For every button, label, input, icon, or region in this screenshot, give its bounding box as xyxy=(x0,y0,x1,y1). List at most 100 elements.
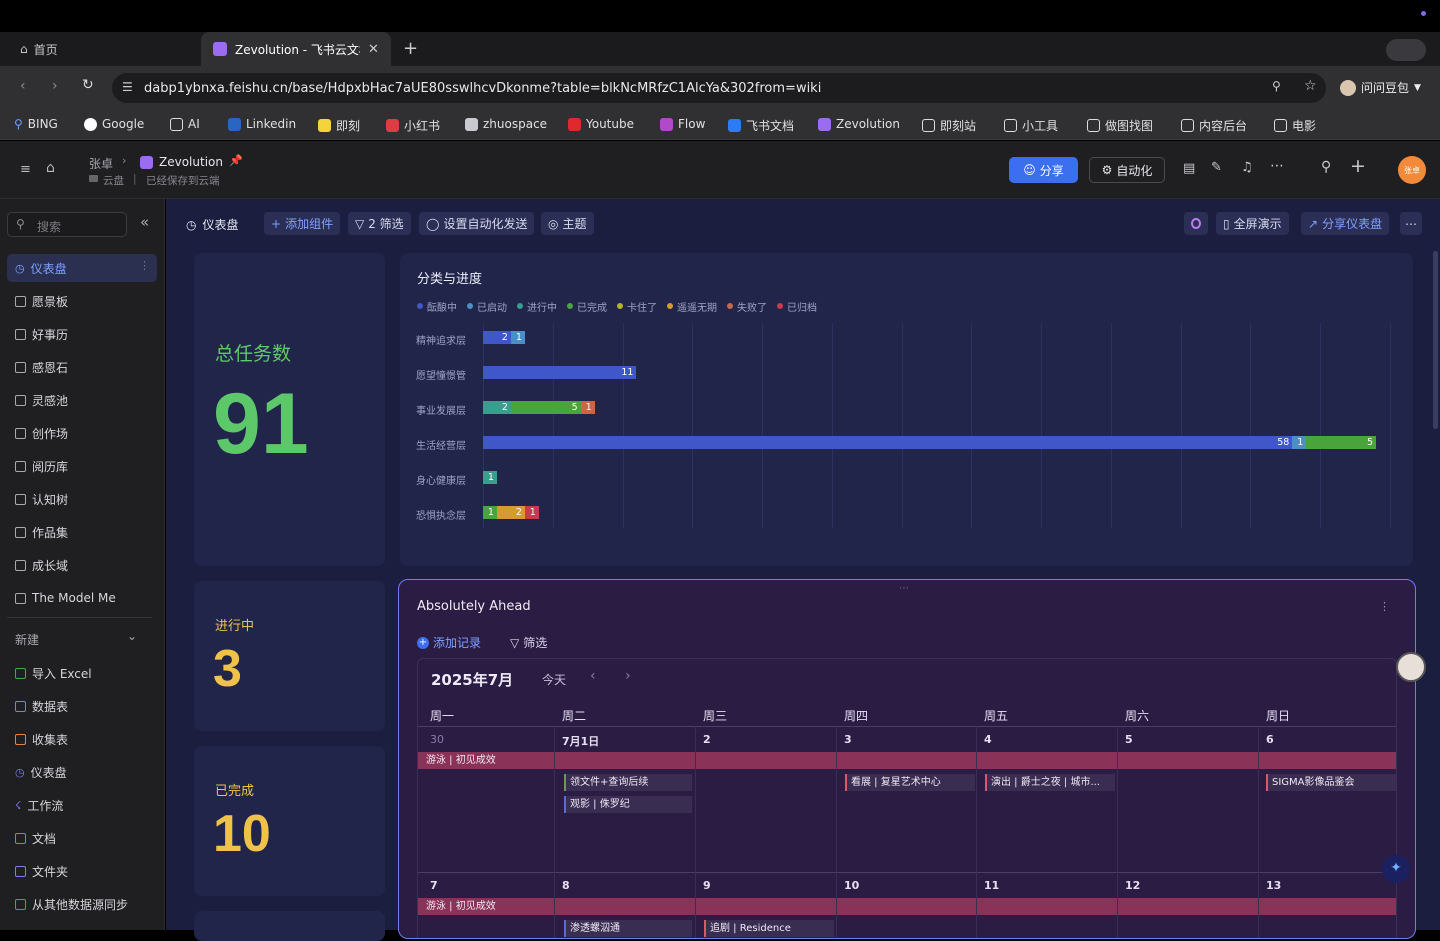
new-form[interactable]: 收集表 xyxy=(7,725,157,753)
forward-icon[interactable]: › xyxy=(52,78,58,94)
more-button[interactable]: ⋯ xyxy=(1400,212,1422,235)
sidebar-item-dashboard[interactable]: ◷ 仪表盘 ⋮ xyxy=(7,254,157,282)
share-button[interactable]: ☺ 分享 xyxy=(1009,157,1078,183)
new-tab-button[interactable]: + xyxy=(403,38,418,59)
kpi-card-done[interactable]: 已完成 10 xyxy=(194,746,385,896)
kpi-card-partial[interactable] xyxy=(194,911,385,941)
sidebar-item-portfolio[interactable]: 作品集 xyxy=(7,518,157,546)
bookmark-star-icon[interactable]: ☆ xyxy=(1304,78,1317,94)
new-workflow[interactable]: ☇ 工作流 xyxy=(7,791,157,819)
bookmark-zhuospace[interactable]: zhuospace xyxy=(465,117,547,131)
collapse-sidebar-icon[interactable]: « xyxy=(140,213,149,231)
calendar-event-span[interactable]: 游泳 | 初见成效 xyxy=(418,752,1396,769)
search-icon[interactable]: ⚲ xyxy=(1321,159,1331,175)
calendar-day-number[interactable]: 5 xyxy=(1125,733,1133,746)
back-icon[interactable]: ‹ xyxy=(20,78,26,94)
new-section-header[interactable]: 新建 ⌄ xyxy=(7,625,157,653)
automation-button[interactable]: ⚙ 自动化 xyxy=(1089,157,1165,183)
create-icon[interactable]: + xyxy=(1350,155,1366,177)
kpi-card-total[interactable]: 总任务数 91 xyxy=(194,253,385,566)
bar-segment[interactable]: 2 xyxy=(483,401,511,414)
bookmark-jike[interactable]: 即刻 xyxy=(318,117,360,134)
tab-zevolution[interactable]: Zevolution - 飞书云文档 ✕ xyxy=(201,32,391,66)
bar-segment[interactable]: 2 xyxy=(496,506,525,519)
calendar-day-number[interactable]: 30 xyxy=(430,733,444,746)
scrollbar[interactable] xyxy=(1433,251,1438,429)
sidebar-item-growth[interactable]: 成长域 xyxy=(7,551,157,579)
search-input[interactable]: ⚲ 搜索 xyxy=(7,212,127,237)
calendar-widget[interactable]: ⋯ Absolutely Ahead ⋮ + 添加记录 ▽ 筛选 2025年7月 … xyxy=(398,579,1416,939)
new-data-table[interactable]: 数据表 xyxy=(7,692,157,720)
bookmark-images[interactable]: 做图找图 xyxy=(1087,117,1153,134)
bar-segment[interactable]: 1 xyxy=(1292,436,1307,449)
fullscreen-button[interactable]: ▯ 全屏演示 xyxy=(1216,212,1289,235)
profile-menu-button[interactable] xyxy=(1386,39,1426,61)
calendar-day-number[interactable]: 9 xyxy=(703,879,711,892)
sidebar-item-gratitude[interactable]: 感恩石 xyxy=(7,353,157,381)
site-settings-icon[interactable]: ☰ xyxy=(122,80,133,94)
new-dashboard[interactable]: ◷ 仪表盘 xyxy=(7,758,157,786)
pin-icon[interactable]: 📌 xyxy=(229,154,243,167)
bookmark-linkedin[interactable]: Linkedin xyxy=(228,117,296,131)
sidebar-item-good-things[interactable]: 好事历 xyxy=(7,320,157,348)
bookmark-flow[interactable]: Flow xyxy=(660,117,705,131)
sidebar-item-cognition[interactable]: 认知树 xyxy=(7,485,157,513)
calendar-event[interactable]: 演出 | 爵士之夜 | 城市... xyxy=(985,774,1115,791)
calendar-event[interactable]: 追剧 | Residence xyxy=(704,920,834,937)
sidebar-toggle-icon[interactable]: ≡ xyxy=(20,162,31,177)
calendar-event[interactable]: 看展 | 复星艺术中心 xyxy=(845,774,975,791)
bar-segment[interactable]: 1 xyxy=(483,471,497,484)
bar-segment[interactable]: 11 xyxy=(483,366,637,379)
tab-home[interactable]: ⌂ 首页 xyxy=(0,32,200,66)
calendar-event[interactable]: 渗透螺泅通 xyxy=(564,920,692,937)
calendar-day-number[interactable]: 8 xyxy=(562,879,570,892)
new-folder[interactable]: 文件夹 xyxy=(7,857,157,885)
bookmark-jikezhan[interactable]: 即刻站 xyxy=(922,117,976,134)
floating-avatar[interactable] xyxy=(1396,652,1426,682)
new-document[interactable]: 文档 xyxy=(7,824,157,852)
bookmark-tools[interactable]: 小工具 xyxy=(1004,117,1058,134)
calendar-day-number[interactable]: 7 xyxy=(430,879,438,892)
more-icon[interactable]: ⋯ xyxy=(1270,158,1284,174)
bar-segment[interactable]: 1 xyxy=(483,506,497,519)
url-input[interactable]: ☰ dabp1ybnxa.feishu.cn/base/HdpxbHac7aUE… xyxy=(112,73,1326,103)
sidebar-item-creation[interactable]: 创作场 xyxy=(7,419,157,447)
calendar-day-number[interactable]: 13 xyxy=(1266,879,1281,892)
bar-segment[interactable]: 5 xyxy=(1306,436,1377,449)
bookmark-google[interactable]: Google xyxy=(84,117,144,131)
bookmark-ai[interactable]: AI xyxy=(170,117,200,131)
doc-title[interactable]: Zevolution xyxy=(159,155,223,169)
sidebar-item-vision-board[interactable]: 愿景板 xyxy=(7,287,157,315)
sidebar-item-experience[interactable]: 阅历库 xyxy=(7,452,157,480)
theme-button[interactable]: ◎ 主题 xyxy=(541,212,594,235)
calendar-day-number[interactable]: 12 xyxy=(1125,879,1140,892)
bookmark-feishu-docs[interactable]: 飞书文档 xyxy=(728,117,794,134)
more-vertical-icon[interactable]: ⋮ xyxy=(139,259,150,272)
bar-segment[interactable]: 1 xyxy=(580,401,595,414)
kpi-card-in-progress[interactable]: 进行中 3 xyxy=(194,581,385,731)
bar-segment[interactable]: 1 xyxy=(510,331,525,344)
doubao-extension[interactable]: 问问豆包 ▼ xyxy=(1340,79,1421,96)
zoom-icon[interactable]: ⚲ xyxy=(1272,79,1281,93)
new-import-excel[interactable]: 导入 Excel xyxy=(7,659,157,687)
calendar-day-number[interactable]: 3 xyxy=(844,733,852,746)
plugin-icon[interactable]: ✎ xyxy=(1211,160,1222,175)
close-tab-icon[interactable]: ✕ xyxy=(368,42,379,57)
bookmark-content-backend[interactable]: 内容后台 xyxy=(1181,117,1247,134)
reload-icon[interactable]: ↻ xyxy=(82,77,94,93)
calendar-day-number[interactable]: 4 xyxy=(984,733,992,746)
calendar-day-number[interactable]: 2 xyxy=(703,733,711,746)
template-icon[interactable]: ▤ xyxy=(1183,161,1195,176)
bar-segment[interactable]: 2 xyxy=(483,331,511,344)
ai-assistant-button[interactable] xyxy=(1184,212,1208,235)
sidebar-item-inspiration[interactable]: 灵感池 xyxy=(7,386,157,414)
calendar-day-number[interactable]: 11 xyxy=(984,879,999,892)
bookmark-bing[interactable]: ⚲ BING xyxy=(14,117,58,131)
avatar[interactable]: 张卓 xyxy=(1398,156,1426,184)
share-dashboard-button[interactable]: ↗ 分享仪表盘 xyxy=(1301,212,1390,235)
auto-send-button[interactable]: ◯ 设置自动化发送 xyxy=(419,212,535,235)
bell-icon[interactable]: ♫ xyxy=(1241,160,1253,175)
add-widget-button[interactable]: + 添加组件 xyxy=(264,212,341,235)
category-progress-chart[interactable]: 分类与进度 酝酿中已启动进行中已完成卡住了遥遥无期失败了已归档 05101520… xyxy=(400,253,1413,603)
home-icon[interactable]: ⌂ xyxy=(46,160,55,176)
